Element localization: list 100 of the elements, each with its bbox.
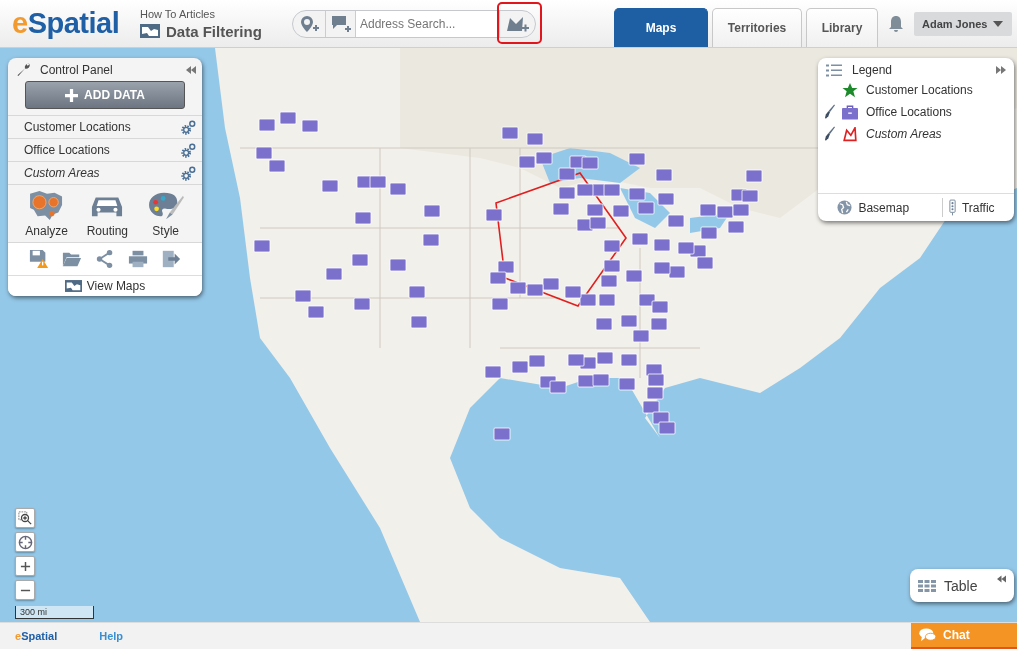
briefcase-marker-icon[interactable]: [518, 155, 536, 169]
briefcase-marker-icon[interactable]: [301, 119, 319, 133]
briefcase-marker-icon[interactable]: [353, 297, 371, 311]
user-menu-button[interactable]: Adam Jones: [914, 11, 1012, 36]
briefcase-marker-icon[interactable]: [549, 380, 567, 394]
tab[interactable]: Maps: [614, 8, 708, 47]
briefcase-marker-icon[interactable]: [535, 151, 553, 165]
briefcase-marker-icon[interactable]: [668, 265, 686, 279]
briefcase-marker-icon[interactable]: [592, 373, 610, 387]
share-icon[interactable]: [94, 249, 115, 269]
briefcase-marker-icon[interactable]: [279, 111, 297, 125]
briefcase-marker-icon[interactable]: [658, 421, 676, 435]
layer-name[interactable]: Custom Areas: [24, 166, 100, 180]
save-warning-icon[interactable]: [28, 249, 49, 269]
briefcase-marker-icon[interactable]: [577, 374, 595, 388]
briefcase-marker-icon[interactable]: [650, 317, 668, 331]
tab[interactable]: Library: [806, 8, 878, 47]
briefcase-marker-icon[interactable]: [612, 204, 630, 218]
briefcase-marker-icon[interactable]: [294, 289, 312, 303]
briefcase-marker-icon[interactable]: [700, 226, 718, 240]
briefcase-marker-icon[interactable]: [631, 232, 649, 246]
briefcase-marker-icon[interactable]: [258, 118, 276, 132]
briefcase-marker-icon[interactable]: [558, 186, 576, 200]
briefcase-marker-icon[interactable]: [699, 203, 717, 217]
briefcase-marker-icon[interactable]: [586, 203, 604, 217]
briefcase-marker-icon[interactable]: [589, 216, 607, 230]
briefcase-marker-icon[interactable]: [501, 126, 519, 140]
briefcase-marker-icon[interactable]: [677, 241, 695, 255]
gears-icon[interactable]: [181, 142, 196, 158]
briefcase-marker-icon[interactable]: [638, 293, 656, 307]
locate-button[interactable]: [15, 532, 35, 552]
briefcase-marker-icon[interactable]: [595, 317, 613, 331]
export-icon[interactable]: [161, 249, 182, 269]
briefcase-marker-icon[interactable]: [745, 169, 763, 183]
briefcase-marker-icon[interactable]: [491, 297, 509, 311]
tool-button[interactable]: Analyze: [25, 190, 68, 238]
print-icon[interactable]: [128, 249, 149, 269]
briefcase-marker-icon[interactable]: [741, 189, 759, 203]
briefcase-marker-icon[interactable]: [620, 353, 638, 367]
gears-icon[interactable]: [181, 165, 196, 181]
briefcase-marker-icon[interactable]: [628, 152, 646, 166]
brush-icon[interactable]: [825, 126, 835, 142]
briefcase-marker-icon[interactable]: [579, 293, 597, 307]
briefcase-marker-icon[interactable]: [600, 274, 618, 288]
briefcase-marker-icon[interactable]: [511, 360, 529, 374]
briefcase-marker-icon[interactable]: [509, 281, 527, 295]
briefcase-marker-icon[interactable]: [603, 259, 621, 273]
briefcase-marker-icon[interactable]: [354, 211, 372, 225]
briefcase-marker-icon[interactable]: [581, 156, 599, 170]
briefcase-marker-icon[interactable]: [255, 146, 273, 160]
breadcrumb-link[interactable]: How To Articles: [140, 7, 290, 20]
table-button[interactable]: Table: [910, 569, 1014, 602]
briefcase-marker-icon[interactable]: [647, 373, 665, 387]
briefcase-marker-icon[interactable]: [552, 202, 570, 216]
briefcase-marker-icon[interactable]: [564, 285, 582, 299]
briefcase-marker-icon[interactable]: [653, 261, 671, 275]
tool-button[interactable]: Routing: [86, 190, 129, 238]
briefcase-marker-icon[interactable]: [646, 386, 664, 400]
briefcase-marker-icon[interactable]: [628, 187, 646, 201]
expand-icon[interactable]: [996, 66, 1006, 74]
briefcase-marker-icon[interactable]: [268, 159, 286, 173]
briefcase-marker-icon[interactable]: [389, 182, 407, 196]
zoom-box-button[interactable]: [15, 508, 35, 528]
tool-button[interactable]: Style: [146, 190, 185, 238]
briefcase-marker-icon[interactable]: [653, 238, 671, 252]
briefcase-marker-icon[interactable]: [493, 427, 511, 441]
briefcase-marker-icon[interactable]: [485, 208, 503, 222]
espatial-logo[interactable]: eSpatial: [12, 7, 140, 40]
briefcase-marker-icon[interactable]: [567, 353, 585, 367]
briefcase-marker-icon[interactable]: [632, 329, 650, 343]
briefcase-marker-icon[interactable]: [526, 283, 544, 297]
briefcase-marker-icon[interactable]: [596, 351, 614, 365]
brush-icon[interactable]: [825, 104, 835, 120]
gears-icon[interactable]: [181, 119, 196, 135]
briefcase-marker-icon[interactable]: [423, 204, 441, 218]
briefcase-marker-icon[interactable]: [618, 377, 636, 391]
briefcase-marker-icon[interactable]: [484, 365, 502, 379]
briefcase-marker-icon[interactable]: [576, 183, 594, 197]
briefcase-marker-icon[interactable]: [325, 267, 343, 281]
briefcase-marker-icon[interactable]: [598, 293, 616, 307]
briefcase-marker-icon[interactable]: [732, 203, 750, 217]
briefcase-marker-icon[interactable]: [727, 220, 745, 234]
briefcase-marker-icon[interactable]: [369, 175, 387, 189]
briefcase-marker-icon[interactable]: [321, 179, 339, 193]
briefcase-marker-icon[interactable]: [497, 260, 515, 274]
collapse-icon[interactable]: [997, 575, 1006, 583]
briefcase-marker-icon[interactable]: [655, 168, 673, 182]
briefcase-marker-icon[interactable]: [657, 192, 675, 206]
briefcase-marker-icon[interactable]: [542, 277, 560, 291]
briefcase-marker-icon[interactable]: [526, 132, 544, 146]
layer-name[interactable]: Office Locations: [24, 143, 110, 157]
briefcase-marker-icon[interactable]: [620, 314, 638, 328]
briefcase-marker-icon[interactable]: [696, 256, 714, 270]
custom-area-outline[interactable]: [495, 172, 627, 307]
view-maps-button[interactable]: View Maps: [8, 275, 202, 296]
briefcase-marker-icon[interactable]: [422, 233, 440, 247]
briefcase-marker-icon[interactable]: [652, 411, 670, 425]
zoom-out-button[interactable]: [15, 580, 35, 600]
traffic-button[interactable]: Traffic: [941, 198, 1001, 217]
briefcase-marker-icon[interactable]: [489, 271, 507, 285]
